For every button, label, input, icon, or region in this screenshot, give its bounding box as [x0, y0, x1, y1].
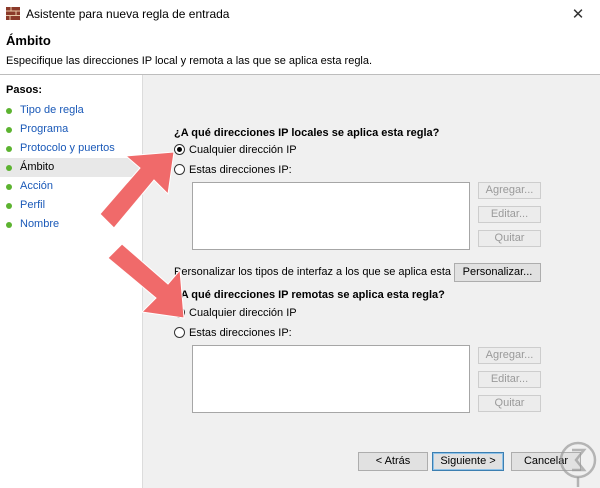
- remote-ip-question: ¿A qué direcciones IP remotas se aplica …: [174, 289, 445, 301]
- local-remove-button[interactable]: Quitar: [478, 230, 541, 247]
- step-tipo-de-regla[interactable]: Tipo de regla: [0, 101, 142, 120]
- page-title: Ámbito: [6, 33, 51, 48]
- step-label: Nombre: [20, 218, 60, 230]
- customize-button[interactable]: Personalizar...: [454, 263, 541, 282]
- steps-label: Pasos:: [6, 84, 43, 96]
- local-ip-question: ¿A qué direcciones IP locales se aplica …: [174, 127, 440, 139]
- step-label: Ámbito: [20, 161, 55, 173]
- interface-types-text: Personalizar los tipos de interfaz a los…: [174, 266, 482, 278]
- annotation-arrow-down-right: [107, 243, 185, 319]
- step-label: Acción: [20, 180, 54, 192]
- local-ip-list[interactable]: [192, 182, 470, 250]
- title-bar: Asistente para nueva regla de entrada ✕: [0, 0, 600, 28]
- step-dot-icon: [6, 184, 12, 190]
- next-button[interactable]: Siguiente >: [432, 452, 504, 471]
- step-label: Tipo de regla: [20, 104, 84, 116]
- annotation-arrow-up-right: [99, 151, 175, 229]
- step-dot-icon: [6, 222, 12, 228]
- step-dot-icon: [6, 146, 12, 152]
- wizard-content: ¿A qué direcciones IP locales se aplica …: [143, 75, 600, 488]
- remote-remove-button[interactable]: Quitar: [478, 395, 541, 412]
- step-programa[interactable]: Programa: [0, 120, 142, 139]
- step-label: Programa: [20, 123, 69, 135]
- radio-label: Cualquier dirección IP: [189, 144, 297, 156]
- close-icon: ✕: [571, 5, 585, 23]
- remote-add-button[interactable]: Agregar...: [478, 347, 541, 364]
- window-title: Asistente para nueva regla de entrada: [26, 7, 230, 21]
- step-label: Perfil: [20, 199, 46, 211]
- radio-label: Cualquier dirección IP: [189, 307, 297, 319]
- step-dot-icon: [6, 108, 12, 114]
- close-button[interactable]: ✕: [556, 0, 600, 28]
- step-dot-icon: [6, 165, 12, 171]
- local-edit-button[interactable]: Editar...: [478, 206, 541, 223]
- wizard-header: Ámbito Especifique las direcciones IP lo…: [0, 28, 600, 74]
- radio-label: Estas direcciones IP:: [189, 327, 292, 339]
- firewall-app-icon: [6, 7, 20, 20]
- step-dot-icon: [6, 203, 12, 209]
- radio-unchecked-icon: [174, 327, 185, 338]
- remote-edit-button[interactable]: Editar...: [478, 371, 541, 388]
- radio-label: Estas direcciones IP:: [189, 164, 292, 176]
- remote-ip-list[interactable]: [192, 345, 470, 413]
- page-description: Especifique las direcciones IP local y r…: [6, 55, 373, 67]
- back-button[interactable]: < Atrás: [358, 452, 428, 471]
- watermark-logo-icon: [559, 441, 597, 487]
- step-dot-icon: [6, 127, 12, 133]
- local-add-button[interactable]: Agregar...: [478, 182, 541, 199]
